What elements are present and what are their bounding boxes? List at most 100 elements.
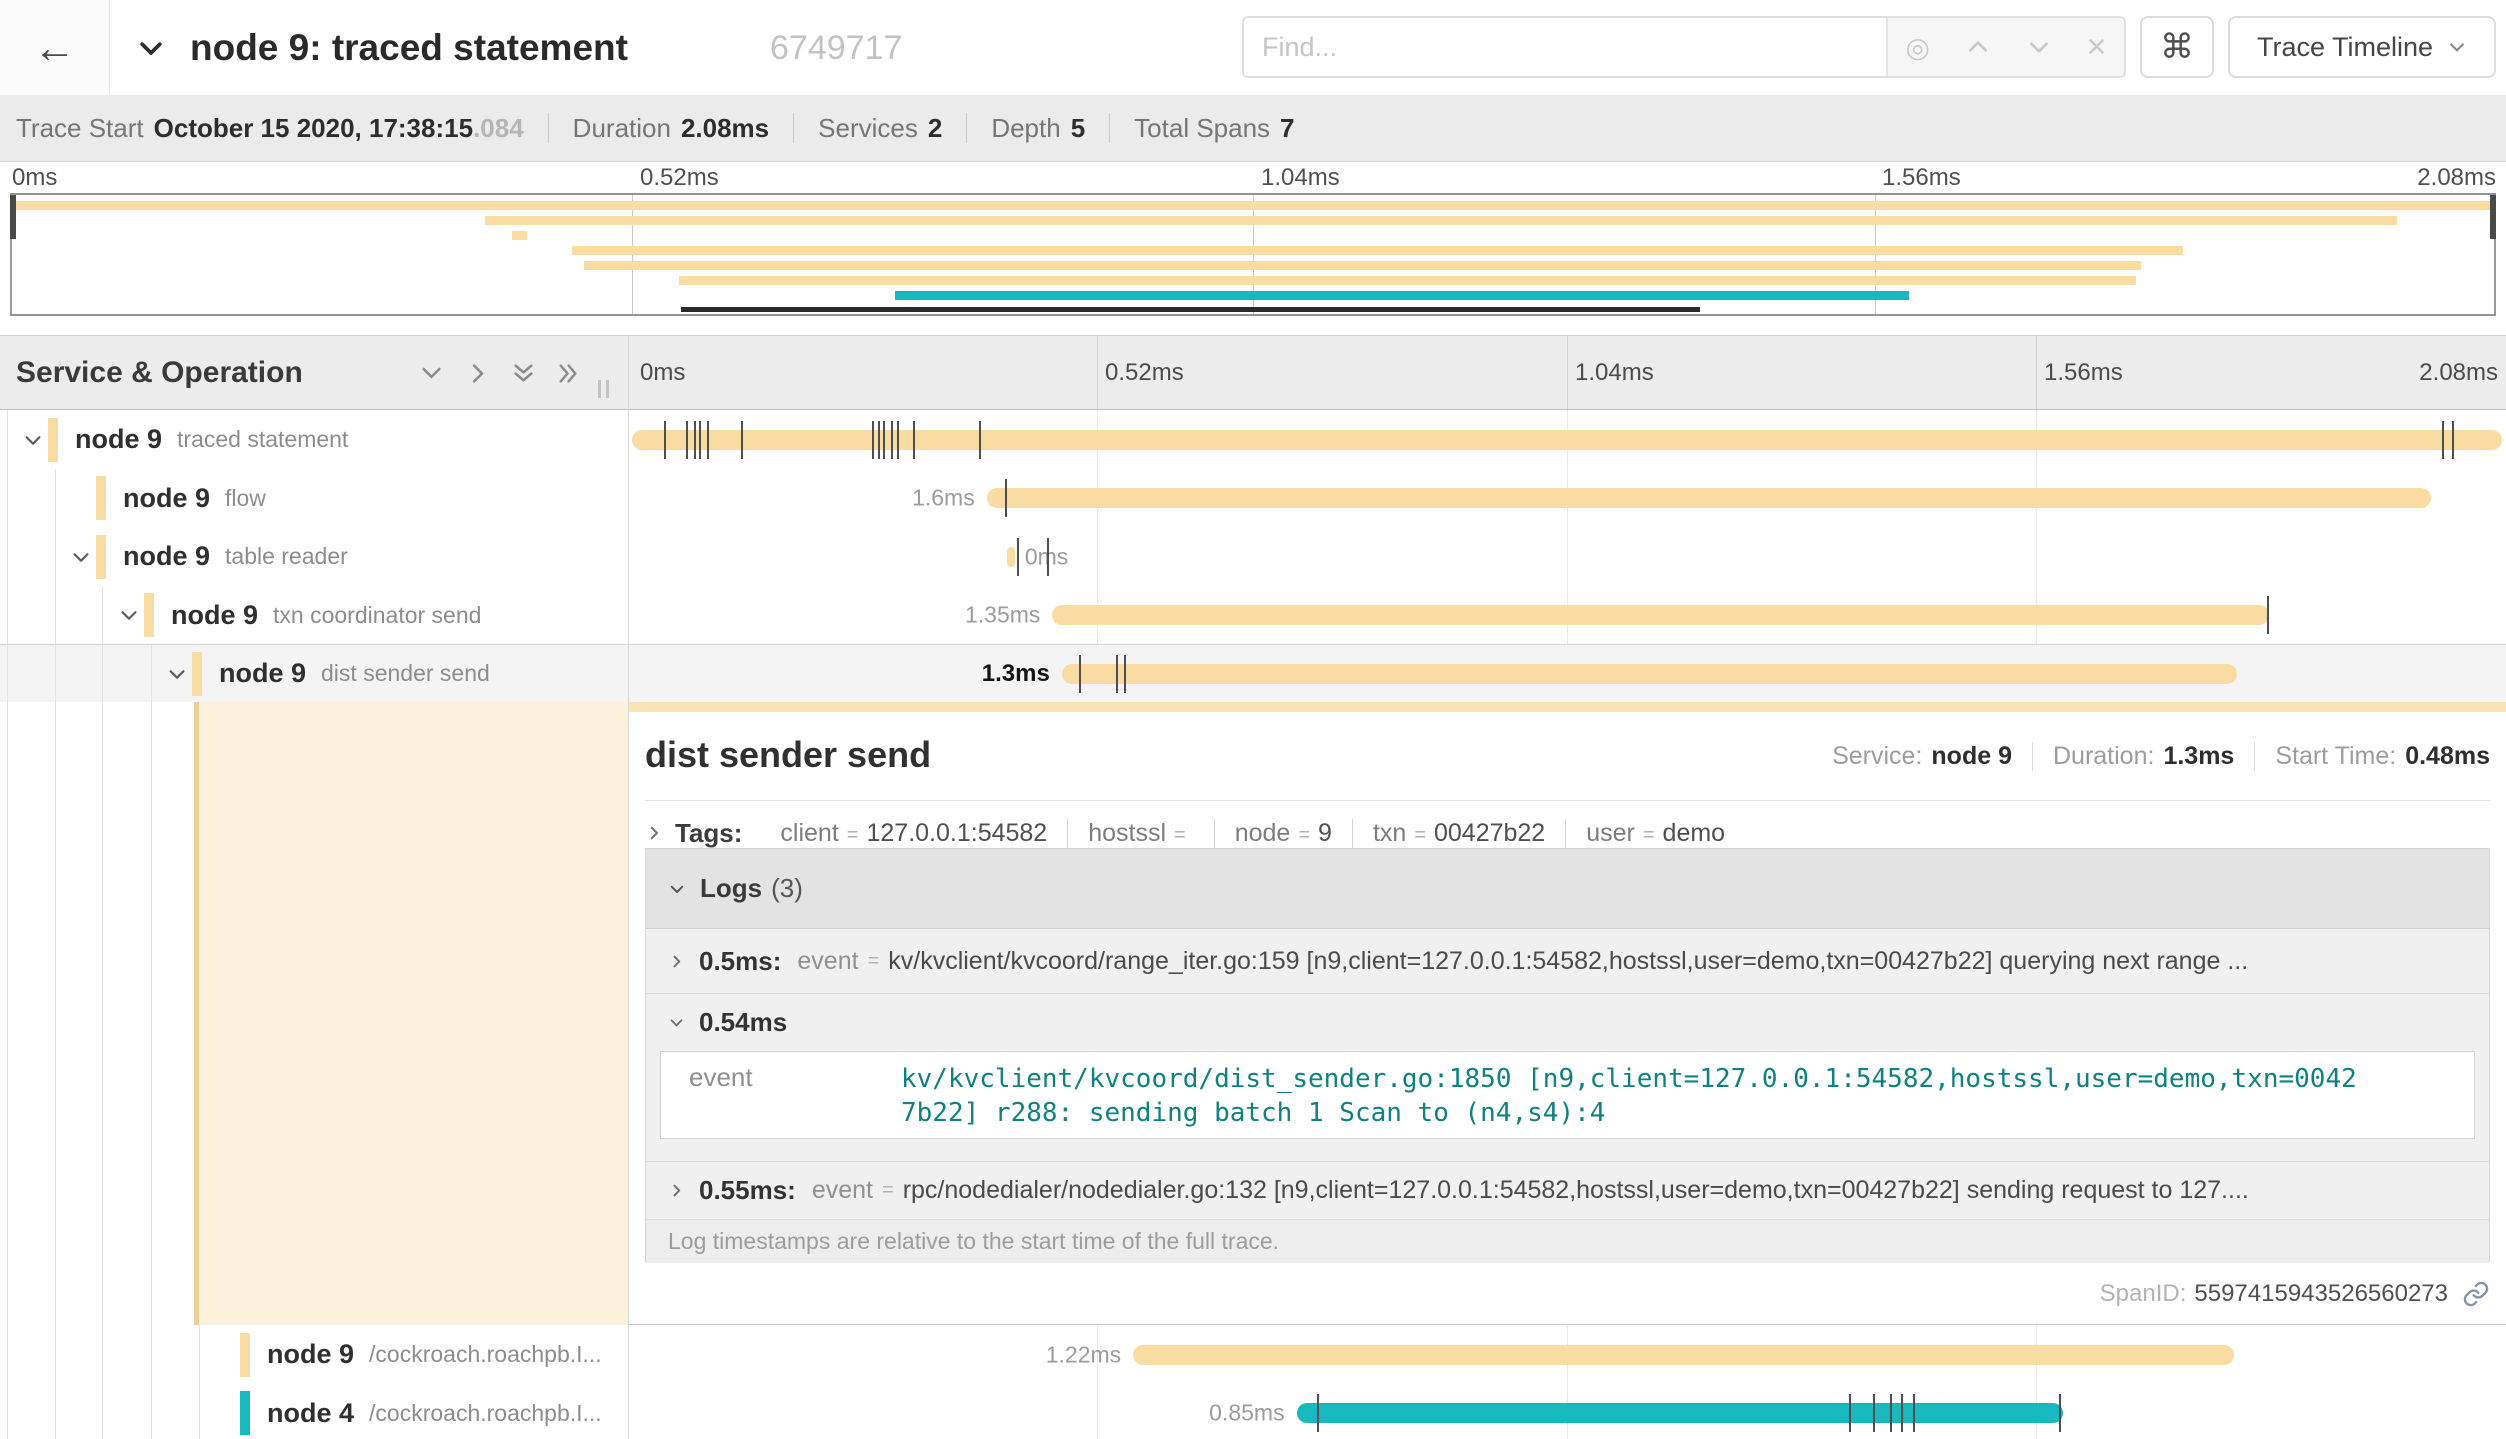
- find-group: ◎ ×: [1242, 16, 2126, 78]
- span-bar[interactable]: [1007, 547, 1015, 567]
- service-color-chip: [96, 476, 106, 520]
- trace-view-selector-label: Trace Timeline: [2257, 32, 2433, 63]
- minimap-left-scrubber[interactable]: [10, 195, 16, 239]
- log-time: 0.55ms:: [699, 1175, 796, 1206]
- span-bar-row[interactable]: 0ms: [628, 527, 2506, 586]
- tag-node: node=9: [1215, 819, 1353, 848]
- operation-name: traced statement: [177, 426, 348, 453]
- find-input[interactable]: [1244, 18, 1886, 76]
- span-tree-item[interactable]: node 4/cockroach.roachpb.I...: [0, 1384, 628, 1439]
- clear-search-icon[interactable]: ×: [2087, 28, 2107, 67]
- collapse-all-icon[interactable]: [510, 360, 537, 392]
- operation-name: table reader: [225, 543, 348, 570]
- span-row-traced-statement: node 9traced statement: [0, 410, 2506, 469]
- collapse-children-icon[interactable]: [166, 663, 188, 685]
- prev-result-icon[interactable]: [1965, 34, 1991, 60]
- trace-start: Trace Start October 15 2020, 17:38:15 .0…: [16, 113, 524, 144]
- span-row-node4-rpc: node 4/cockroach.roachpb.I... 0.85ms: [0, 1384, 2506, 1439]
- log-value-mono: kv/kvclient/kvcoord/dist_sender.go:1850 …: [901, 1062, 2363, 1128]
- trace-minimap[interactable]: [10, 193, 2496, 316]
- tag-client: client=127.0.0.1:54582: [760, 819, 1068, 848]
- chevron-right-icon: [645, 824, 663, 842]
- span-row-table-reader: node 9 table reader 0ms: [0, 527, 2506, 586]
- service-color-chip: [240, 1333, 250, 1377]
- find-controls: ◎ ×: [1886, 18, 2124, 76]
- span-bar[interactable]: [987, 488, 2431, 508]
- logs-toggle[interactable]: Logs (3): [646, 849, 2489, 929]
- span-bar-row[interactable]: 1.6ms: [628, 469, 2506, 528]
- locate-icon[interactable]: ◎: [1905, 31, 1929, 64]
- keyboard-shortcuts-button[interactable]: ⌘: [2140, 16, 2214, 78]
- log-value: kv/kvclient/kvcoord/range_iter.go:159 [n…: [888, 947, 2248, 976]
- span-duration-label: 1.3ms: [982, 660, 1050, 688]
- operation-name: /cockroach.roachpb.I...: [369, 1341, 602, 1368]
- minimap-spans: [10, 195, 2496, 314]
- span-bar[interactable]: [1062, 664, 2238, 684]
- span-tree-item[interactable]: node 9 txn coordinator send: [0, 586, 628, 645]
- trace-view-selector[interactable]: Trace Timeline: [2228, 16, 2496, 78]
- service-name: node 9: [267, 1339, 354, 1370]
- collapse-children-icon[interactable]: [70, 546, 92, 568]
- span-tree-item[interactable]: node 9dist sender send: [0, 645, 628, 702]
- span-bar[interactable]: [1297, 1403, 2063, 1423]
- span-id: SpanID: 5597415943526560273: [2100, 1280, 2490, 1308]
- span-tree-item[interactable]: node 9traced statement: [0, 410, 628, 469]
- log-entry-toggle[interactable]: 0.55ms: event = rpc/nodedialer/nodediale…: [646, 1161, 2489, 1219]
- minimap-right-scrubber[interactable]: [2490, 195, 2496, 239]
- operation-name: /cockroach.roachpb.I...: [369, 1400, 602, 1427]
- span-detail-panel: dist sender send Service:node 9 Duration…: [628, 702, 2506, 1325]
- service-color-chip: [48, 418, 58, 462]
- service-operation-header: Service & Operation: [16, 336, 303, 409]
- span-bar[interactable]: [1052, 605, 2269, 625]
- chevron-right-icon: [668, 953, 685, 970]
- panel-divider[interactable]: [628, 335, 629, 1439]
- service-name: node 9: [171, 600, 258, 631]
- span-bar-row[interactable]: 1.35ms: [628, 586, 2506, 645]
- trace-services: Services 2: [818, 113, 942, 144]
- collapse-trace-header-icon[interactable]: [136, 33, 166, 68]
- log-value: rpc/nodedialer/nodedialer.go:132 [n9,cli…: [903, 1176, 2249, 1205]
- column-resizer-handle[interactable]: [598, 380, 609, 398]
- log-entry-toggle-expanded[interactable]: 0.54ms: [646, 993, 2489, 1051]
- log-entry-toggle[interactable]: 0.5ms: event = kv/kvclient/kvcoord/range…: [646, 929, 2489, 993]
- span-row-flow: node 9 flow 1.6ms: [0, 469, 2506, 528]
- span-bar-row[interactable]: 1.3ms: [628, 645, 2506, 702]
- chevron-right-icon: [668, 1182, 685, 1199]
- logs-section: Logs (3) 0.5ms: event = kv/kvclient/kvco…: [645, 848, 2490, 1262]
- trace-total-spans: Total Spans 7: [1134, 113, 1294, 144]
- service-color-chip: [192, 652, 202, 696]
- log-keyvalue-table: event kv/kvclient/kvcoord/dist_sender.go…: [660, 1051, 2475, 1139]
- log-key: event: [797, 947, 858, 976]
- next-result-icon[interactable]: [2026, 34, 2052, 60]
- collapse-one-icon[interactable]: [418, 360, 445, 392]
- chevron-down-icon: [2447, 37, 2467, 57]
- collapse-children-icon[interactable]: [22, 429, 44, 451]
- span-tree-item[interactable]: node 9 table reader: [0, 527, 628, 586]
- service-name: node 9: [123, 483, 210, 514]
- span-bar-row[interactable]: 1.22ms: [628, 1325, 2506, 1384]
- deep-link-icon[interactable]: [2462, 1280, 2490, 1308]
- span-tree-item[interactable]: node 9 flow: [0, 469, 628, 528]
- collapse-children-icon[interactable]: [118, 604, 140, 626]
- span-bar-row[interactable]: [628, 410, 2506, 469]
- span-bar[interactable]: [632, 430, 2502, 450]
- operation-name: txn coordinator send: [273, 602, 481, 629]
- span-bar[interactable]: [1133, 1345, 2234, 1365]
- span-bar-row[interactable]: 0.85ms: [628, 1384, 2506, 1439]
- span-detail-title: dist sender send: [645, 734, 931, 776]
- operation-name: dist sender send: [321, 660, 490, 687]
- timeline-columns-header: Service & Operation 0ms 0.52ms 1.04ms 1.…: [0, 335, 2506, 410]
- service-color-chip: [240, 1391, 250, 1435]
- operation-name: flow: [225, 485, 266, 512]
- span-duration-label: 1.22ms: [1046, 1341, 1121, 1368]
- trace-depth: Depth 5: [991, 113, 1085, 144]
- tag-user: user=demo: [1566, 819, 1745, 848]
- span-tree-item[interactable]: node 9/cockroach.roachpb.I...: [0, 1325, 628, 1384]
- back-button[interactable]: ←: [0, 0, 110, 95]
- expand-one-icon[interactable]: [464, 360, 491, 392]
- log-time: 0.5ms:: [699, 946, 781, 977]
- service-name: node 9: [123, 541, 210, 572]
- trace-duration: Duration 2.08ms: [573, 113, 769, 144]
- expand-all-icon[interactable]: [554, 360, 581, 392]
- trace-id: 6749717: [770, 0, 902, 97]
